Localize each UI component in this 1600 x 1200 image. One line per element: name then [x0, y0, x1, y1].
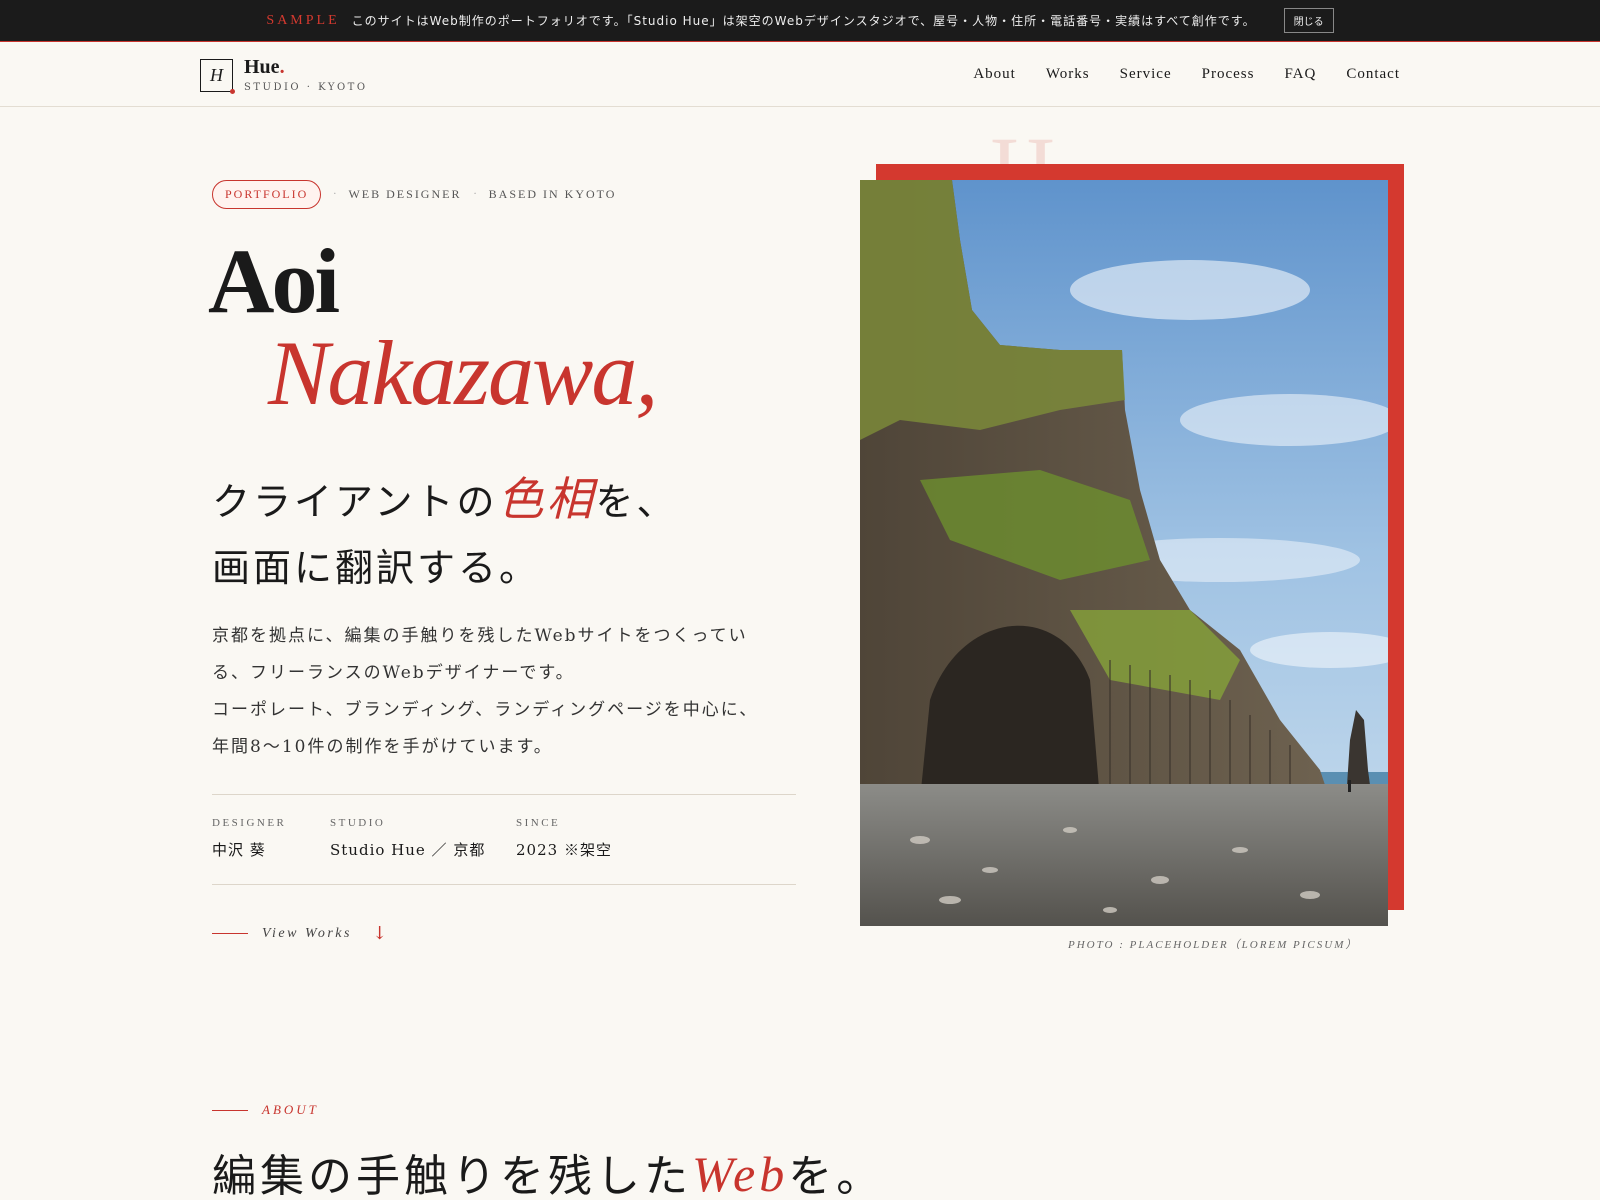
logo-dot-icon [230, 89, 235, 94]
logo-name-dot: . [279, 56, 285, 78]
hero-photo [860, 180, 1388, 926]
nav-about[interactable]: About [973, 66, 1016, 83]
close-announcement-button[interactable]: 閉じる [1283, 8, 1334, 33]
nav-faq[interactable]: FAQ [1284, 66, 1316, 83]
announcement-bar: SAMPLE このサイトはWeb制作のポートフォリオです。「Studio Hue… [0, 0, 1600, 42]
fact-value: Studio Hue ／ 京都 [330, 841, 486, 859]
hero-intro: 京都を拠点に、編集の手触りを残したWebサイトをつくってい る、フリーランスのW… [212, 618, 792, 766]
intro-line: コーポレート、ブランディング、ランディングページを中心に、 [212, 700, 759, 720]
intro-line: 年間8〜10件の制作を手がけています。 [212, 737, 553, 757]
intro-line: 京都を拠点に、編集の手触りを残したWebサイトをつくってい [212, 626, 748, 646]
hero-first-name: Aoi [208, 230, 340, 332]
logo-letter: H [210, 65, 223, 85]
badge-separator-2: · [473, 189, 477, 200]
tagline-accent: 色相 [497, 472, 596, 526]
logo-subtitle: STUDIO · KYOTO [244, 82, 368, 93]
view-works-label: View Works [262, 925, 352, 941]
fact-label: STUDIO [330, 817, 386, 829]
intro-line: る、フリーランスのWebデザイナーです。 [212, 663, 575, 683]
logo-mark[interactable]: H [200, 59, 235, 94]
photo-caption: PHOTO : PLACEHOLDER（LOREM PICSUM） [1068, 939, 1359, 951]
fact-label: SINCE [516, 817, 561, 829]
site-header: H Hue. STUDIO · KYOTO About Works Servic… [0, 42, 1600, 107]
main-nav: About Works Service Process FAQ Contact [973, 66, 1400, 83]
portfolio-badge: PORTFOLIO [212, 180, 322, 209]
nav-contact[interactable]: Contact [1346, 66, 1400, 83]
nav-works[interactable]: Works [1046, 66, 1090, 83]
about-title: 編集の手触りを残したWebを。 [212, 1140, 884, 1200]
tagline-post: を、 [595, 480, 678, 524]
fact-designer: DESIGNER 中沢 葵 [212, 817, 286, 860]
hero-badge-row: PORTFOLIO · WEB DESIGNER · BASED IN KYOT… [212, 180, 616, 209]
view-works-link[interactable]: View Works ↓ [212, 923, 387, 944]
logo-name[interactable]: Hue. [244, 56, 285, 79]
fact-value: 2023 ※架空 [516, 841, 612, 859]
about-label-text: ABOUT [262, 1102, 319, 1117]
tagline-line2: 画面に翻訳する。 [212, 546, 541, 590]
logo-name-text: Hue [244, 56, 280, 78]
role-label: WEB DESIGNER [348, 187, 462, 201]
about-label-line [212, 1109, 248, 1111]
fact-value: 中沢 葵 [212, 841, 266, 859]
hero-last-name: Nakazawa, [268, 322, 658, 424]
arrow-down-icon: ↓ [371, 923, 388, 944]
announcement-message: このサイトはWeb制作のポートフォリオです。「Studio Hue」は架空のWe… [351, 14, 1256, 28]
nav-process[interactable]: Process [1202, 66, 1255, 83]
badge-separator: · [333, 189, 337, 200]
about-section-label: ABOUT [212, 1102, 319, 1118]
ghost-monogram: H [990, 118, 1075, 166]
about-title-post: を。 [788, 1151, 885, 1200]
fact-studio: STUDIO Studio Hue ／ 京都 [330, 817, 485, 860]
profile-facts: DESIGNER 中沢 葵 STUDIO Studio Hue ／ 京都 SIN… [212, 794, 796, 885]
hero-tagline: クライアントの色相を、 画面に翻訳する。 [212, 466, 678, 601]
sample-tag: SAMPLE [266, 12, 340, 28]
location-label: BASED IN KYOTO [488, 187, 617, 201]
about-title-pre: 編集の手触りを残した [212, 1151, 692, 1200]
fact-label: DESIGNER [212, 817, 287, 829]
view-works-line [212, 933, 248, 934]
nav-service[interactable]: Service [1120, 66, 1172, 83]
about-title-accent: Web [692, 1146, 789, 1200]
tagline-pre: クライアントの [212, 480, 498, 524]
fact-since: SINCE 2023 ※架空 [516, 817, 612, 860]
